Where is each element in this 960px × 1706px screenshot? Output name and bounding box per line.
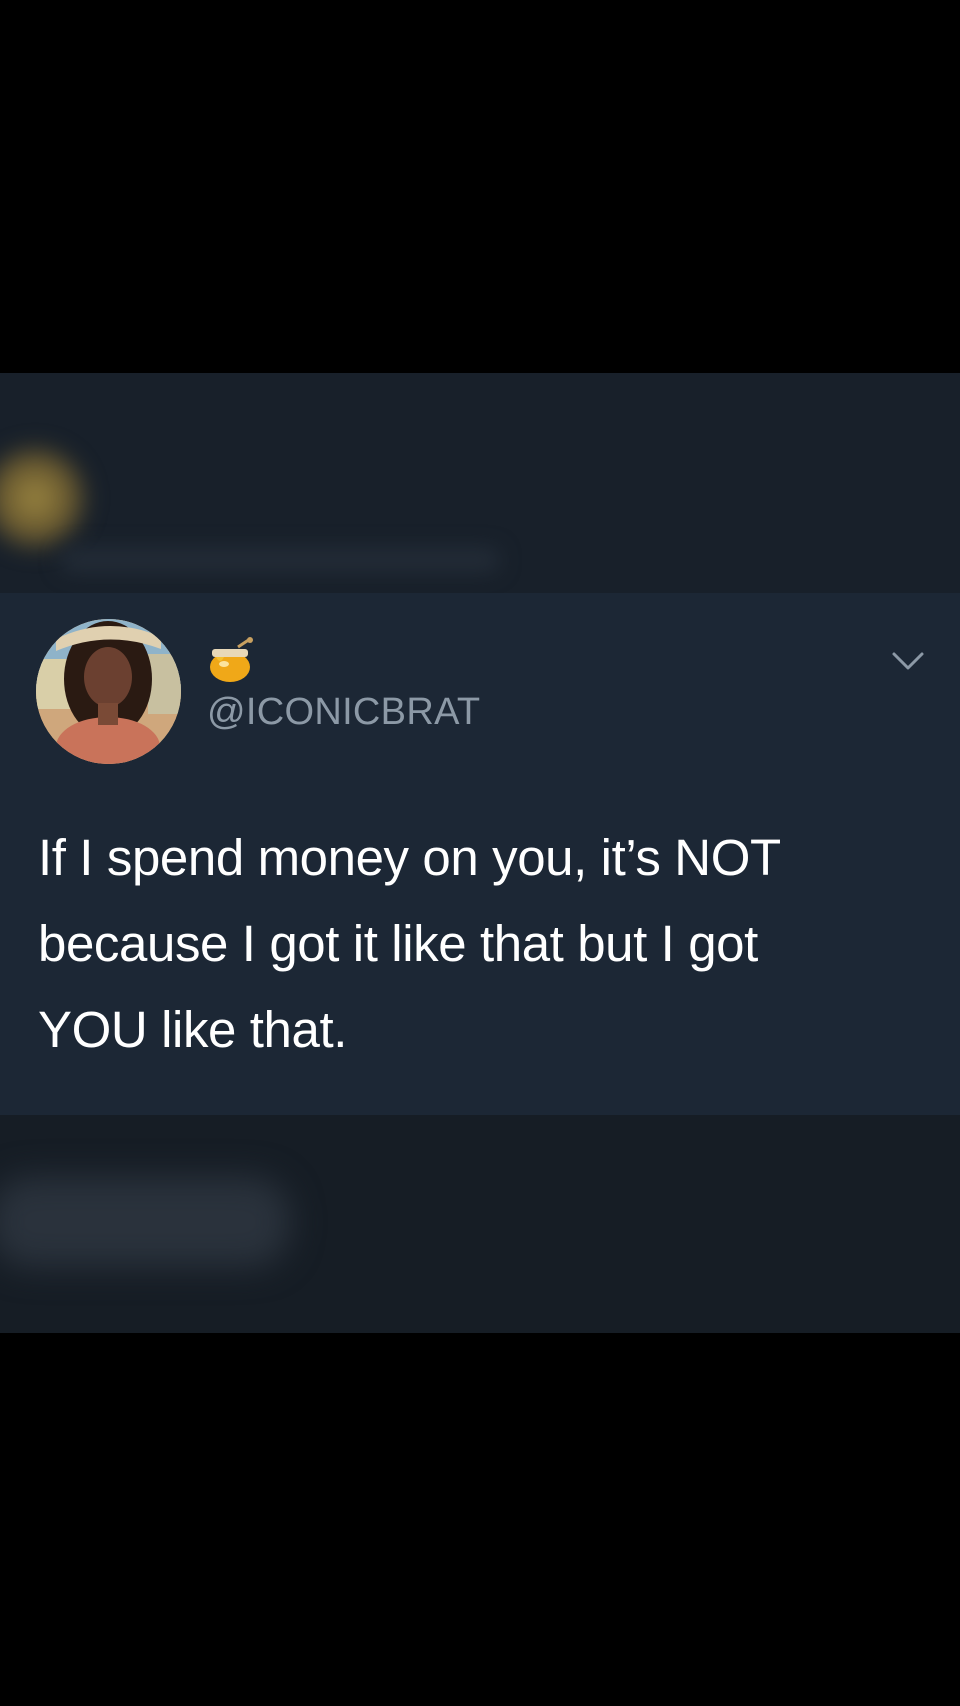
username-handle[interactable]: @ICONICBRAT xyxy=(207,691,480,734)
blurred-previous-tweet xyxy=(0,373,960,593)
blurred-tweet-actions xyxy=(0,1115,960,1333)
honey-pot-icon xyxy=(208,637,256,685)
tweet-text: If I spend money on you, it’s NOT becaus… xyxy=(38,829,781,1058)
chevron-down-icon[interactable] xyxy=(888,641,928,681)
blurred-content xyxy=(0,1177,290,1267)
tweet-card[interactable]: @ICONICBRAT If I spend money on you, it’… xyxy=(0,593,960,1115)
letterbox-top xyxy=(0,0,960,373)
blurred-text xyxy=(60,548,500,572)
avatar[interactable] xyxy=(36,619,181,764)
screenshot: @ICONICBRAT If I spend money on you, it’… xyxy=(0,0,960,1706)
blurred-avatar xyxy=(0,443,90,553)
letterbox-bottom xyxy=(0,1333,960,1706)
